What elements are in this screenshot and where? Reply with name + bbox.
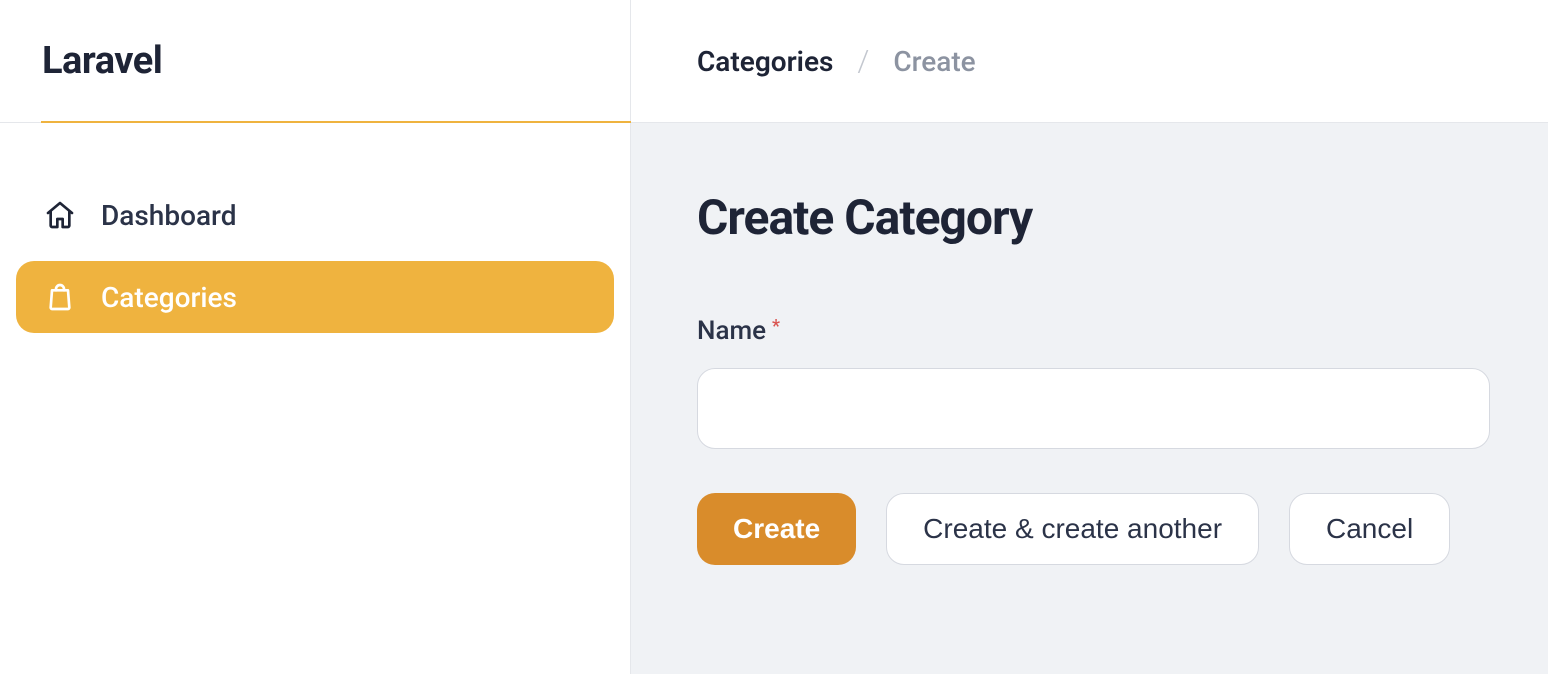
sidebar-header: Laravel [0, 0, 630, 123]
form-group-name: Name * [697, 316, 1490, 449]
cancel-button[interactable]: Cancel [1289, 493, 1450, 565]
breadcrumb-separator: / [857, 44, 869, 79]
name-input[interactable] [697, 368, 1490, 449]
create-and-create-another-button[interactable]: Create & create another [886, 493, 1259, 565]
content-area: Create Category Name * Create Create & c… [631, 123, 1548, 674]
home-icon [44, 199, 76, 231]
sidebar-item-label: Dashboard [101, 199, 236, 232]
sidebar-item-dashboard[interactable]: Dashboard [16, 179, 614, 251]
form-actions: Create Create & create another Cancel [697, 493, 1490, 565]
brand-logo: Laravel [42, 39, 162, 83]
sidebar-nav: Dashboard Categories [0, 123, 630, 343]
create-button[interactable]: Create [697, 493, 856, 565]
breadcrumb: Categories / Create [697, 44, 976, 79]
required-asterisk: * [772, 318, 780, 336]
breadcrumb-current: Create [893, 45, 975, 78]
breadcrumb-root[interactable]: Categories [697, 45, 833, 78]
name-label-text: Name [697, 316, 766, 346]
topbar: Categories / Create [631, 0, 1548, 123]
page-title: Create Category [697, 189, 1490, 246]
sidebar: Laravel Dashboard Categories [0, 0, 631, 674]
sidebar-item-categories[interactable]: Categories [16, 261, 614, 333]
sidebar-item-label: Categories [101, 281, 237, 314]
shopping-bag-icon [44, 281, 76, 313]
main: Categories / Create Create Category Name… [631, 0, 1548, 674]
name-label: Name * [697, 316, 780, 346]
